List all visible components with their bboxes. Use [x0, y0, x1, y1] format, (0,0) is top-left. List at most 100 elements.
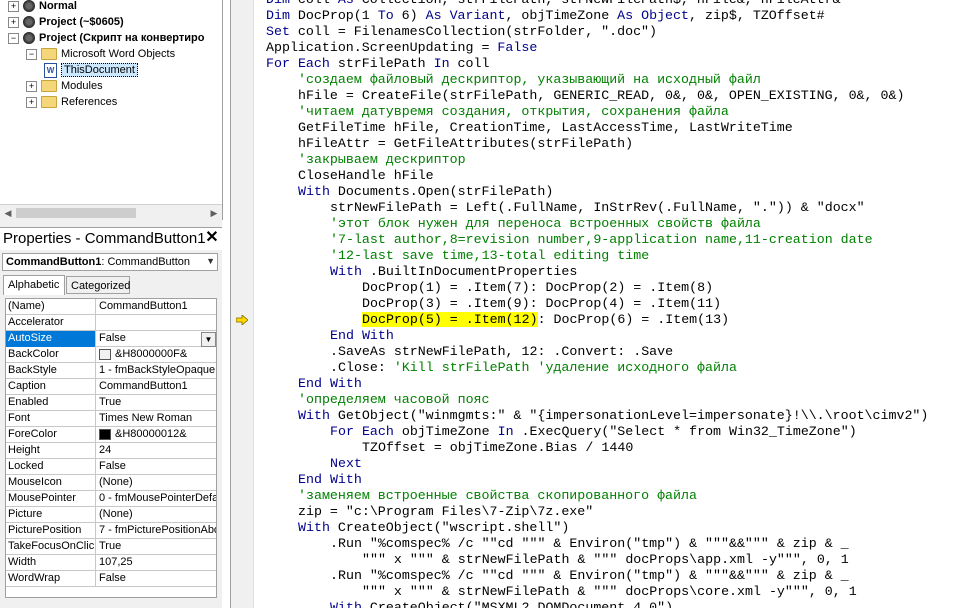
property-value[interactable]: [97, 315, 216, 331]
tree-node[interactable]: + Project (~$0605): [8, 14, 124, 30]
property-row[interactable]: Height 24: [6, 443, 216, 459]
property-value[interactable]: True: [97, 539, 216, 555]
code-line[interactable]: 'заменяем встроенные свойства скопирован…: [298, 488, 697, 504]
code-line[interactable]: .Close: 'Kill strFilePath 'удаление исхо…: [330, 360, 737, 376]
property-value[interactable]: False: [97, 571, 216, 587]
property-row[interactable]: Picture (None): [6, 507, 216, 523]
property-row[interactable]: MouseIcon (None): [6, 475, 216, 491]
close-icon[interactable]: ✕: [204, 230, 220, 246]
code-line[interactable]: DocProp(3) = .Item(9): DocProp(4) = .Ite…: [362, 296, 721, 312]
collapse-icon[interactable]: −: [26, 48, 37, 60]
property-name[interactable]: PicturePosition: [6, 523, 96, 539]
property-value[interactable]: (None): [97, 475, 216, 491]
code-line[interactable]: '7-last author,8=revision number,9-appli…: [330, 232, 873, 248]
tab-alphabetic[interactable]: Alphabetic: [3, 275, 65, 295]
code-line[interactable]: Set coll = FilenamesCollection(strFolder…: [266, 24, 657, 40]
property-row[interactable]: ForeColor &H80000012&: [6, 427, 216, 443]
property-value[interactable]: 24: [97, 443, 216, 459]
property-row[interactable]: AutoSize False ▼: [6, 331, 216, 347]
code-editor[interactable]: Dim coll As Collection, strFilePath, str…: [254, 0, 962, 608]
property-value[interactable]: CommandButton1: [97, 299, 216, 315]
code-line[interactable]: With CreateObject("wscript.shell"): [298, 520, 569, 536]
property-row[interactable]: Accelerator: [6, 315, 216, 331]
property-row[interactable]: TakeFocusOnClick True: [6, 539, 216, 555]
property-row[interactable]: WordWrap False: [6, 571, 216, 587]
tree-node[interactable]: + Normal: [8, 0, 77, 14]
code-line[interactable]: DocProp(5) = .Item(12): DocProp(6) = .It…: [362, 312, 729, 328]
property-value[interactable]: Times New Roman: [97, 411, 216, 427]
expand-icon[interactable]: +: [8, 0, 19, 12]
code-line[interactable]: strNewFilePath = Left(.FullName, InStrRe…: [330, 200, 865, 216]
code-line[interactable]: 'читаем датувремя создания, открытия, со…: [298, 104, 729, 120]
code-line[interactable]: Dim DocProp(1 To 6) As Variant, objTimeZ…: [266, 8, 825, 24]
code-line[interactable]: End With: [298, 376, 362, 392]
property-row[interactable]: BackStyle 1 - fmBackStyleOpaque: [6, 363, 216, 379]
property-value[interactable]: &H80000012&: [97, 427, 216, 443]
property-value[interactable]: 7 - fmPicturePositionAbo: [97, 523, 216, 539]
property-name[interactable]: Font: [6, 411, 96, 427]
scroll-right-icon[interactable]: ▶: [206, 205, 222, 221]
tree-node[interactable]: + Modules: [26, 78, 103, 94]
tree-node[interactable]: W ThisDocument: [44, 62, 138, 78]
scrollbar-thumb[interactable]: [16, 208, 136, 218]
property-name[interactable]: Accelerator: [6, 315, 96, 331]
chevron-down-icon[interactable]: ▼: [206, 256, 215, 266]
property-value[interactable]: CommandButton1: [97, 379, 216, 395]
property-name[interactable]: Locked: [6, 459, 96, 475]
property-name[interactable]: MousePointer: [6, 491, 96, 507]
property-name[interactable]: AutoSize: [6, 331, 96, 347]
property-value[interactable]: 1 - fmBackStyleOpaque: [97, 363, 216, 379]
scroll-left-icon[interactable]: ◀: [0, 205, 16, 221]
property-row[interactable]: Font Times New Roman: [6, 411, 216, 427]
tree-node[interactable]: − Project (Скрипт на конвертиро: [8, 30, 204, 46]
code-line[interactable]: For Each strFilePath In coll: [266, 56, 489, 72]
code-line[interactable]: .SaveAs strNewFilePath, 12: .Convert: .S…: [330, 344, 673, 360]
property-name[interactable]: BackColor: [6, 347, 96, 363]
tree-node[interactable]: − Microsoft Word Objects: [26, 46, 175, 62]
property-name[interactable]: Width: [6, 555, 96, 571]
code-line[interactable]: End With: [298, 472, 362, 488]
property-row[interactable]: MousePointer 0 - fmMousePointerDefau: [6, 491, 216, 507]
property-row[interactable]: (Name) CommandButton1: [6, 299, 216, 315]
property-value[interactable]: &H8000000F&: [97, 347, 216, 363]
code-line[interactable]: End With: [330, 328, 394, 344]
code-line[interactable]: .Run "%comspec% /c ""cd """ & Environ("t…: [330, 568, 849, 584]
code-line[interactable]: For Each objTimeZone In .ExecQuery("Sele…: [330, 424, 857, 440]
expand-icon[interactable]: +: [8, 16, 19, 28]
code-line[interactable]: 'этот блок нужен для переноса встроенных…: [330, 216, 761, 232]
code-line[interactable]: TZOffset = objTimeZone.Bias / 1440: [362, 440, 633, 456]
property-row[interactable]: Enabled True: [6, 395, 216, 411]
chevron-down-icon[interactable]: ▼: [201, 332, 216, 347]
tab-categorized[interactable]: Categorized: [66, 276, 130, 294]
property-row[interactable]: Width 107,25: [6, 555, 216, 571]
code-line[interactable]: With CreateObject("MSXML2.DOMDocument.4.…: [330, 600, 673, 608]
code-line[interactable]: GetFileTime hFile, CreationTime, LastAcc…: [298, 120, 793, 136]
code-line[interactable]: zip = "c:\Program Files\7-Zip\7z.exe": [298, 504, 593, 520]
expand-icon[interactable]: +: [26, 80, 37, 92]
code-line[interactable]: With Documents.Open(strFilePath): [298, 184, 553, 200]
property-name[interactable]: (Name): [6, 299, 96, 315]
code-line[interactable]: Application.ScreenUpdating = False: [266, 40, 537, 56]
property-name[interactable]: BackStyle: [6, 363, 96, 379]
code-line[interactable]: CloseHandle hFile: [298, 168, 434, 184]
collapse-icon[interactable]: −: [8, 32, 19, 44]
code-line[interactable]: """ x """ & strNewFilePath & """ docProp…: [362, 584, 857, 600]
code-line[interactable]: With GetObject("winmgmts:" & "{impersona…: [298, 408, 928, 424]
property-row[interactable]: Caption CommandButton1: [6, 379, 216, 395]
code-margin-indicator-bar[interactable]: [230, 0, 254, 608]
property-value[interactable]: 0 - fmMousePointerDefau: [97, 491, 216, 507]
property-name[interactable]: Enabled: [6, 395, 96, 411]
property-row[interactable]: BackColor &H8000000F&: [6, 347, 216, 363]
property-name[interactable]: Height: [6, 443, 96, 459]
property-value[interactable]: False ▼: [97, 331, 216, 347]
object-selector-dropdown[interactable]: CommandButton1: CommandButton ▼: [2, 253, 218, 271]
property-name[interactable]: TakeFocusOnClick: [6, 539, 96, 555]
property-row[interactable]: Locked False: [6, 459, 216, 475]
code-line[interactable]: '12-last save time,13-total editing time: [330, 248, 649, 264]
code-line[interactable]: .Run "%comspec% /c ""cd """ & Environ("t…: [330, 536, 849, 552]
code-line[interactable]: Dim coll As Collection, strFilePath, str…: [266, 0, 841, 8]
property-name[interactable]: ForeColor: [6, 427, 96, 443]
property-name[interactable]: WordWrap: [6, 571, 96, 587]
tree-node[interactable]: + References: [26, 94, 117, 110]
code-line[interactable]: 'определяем часовой пояс: [298, 392, 490, 408]
